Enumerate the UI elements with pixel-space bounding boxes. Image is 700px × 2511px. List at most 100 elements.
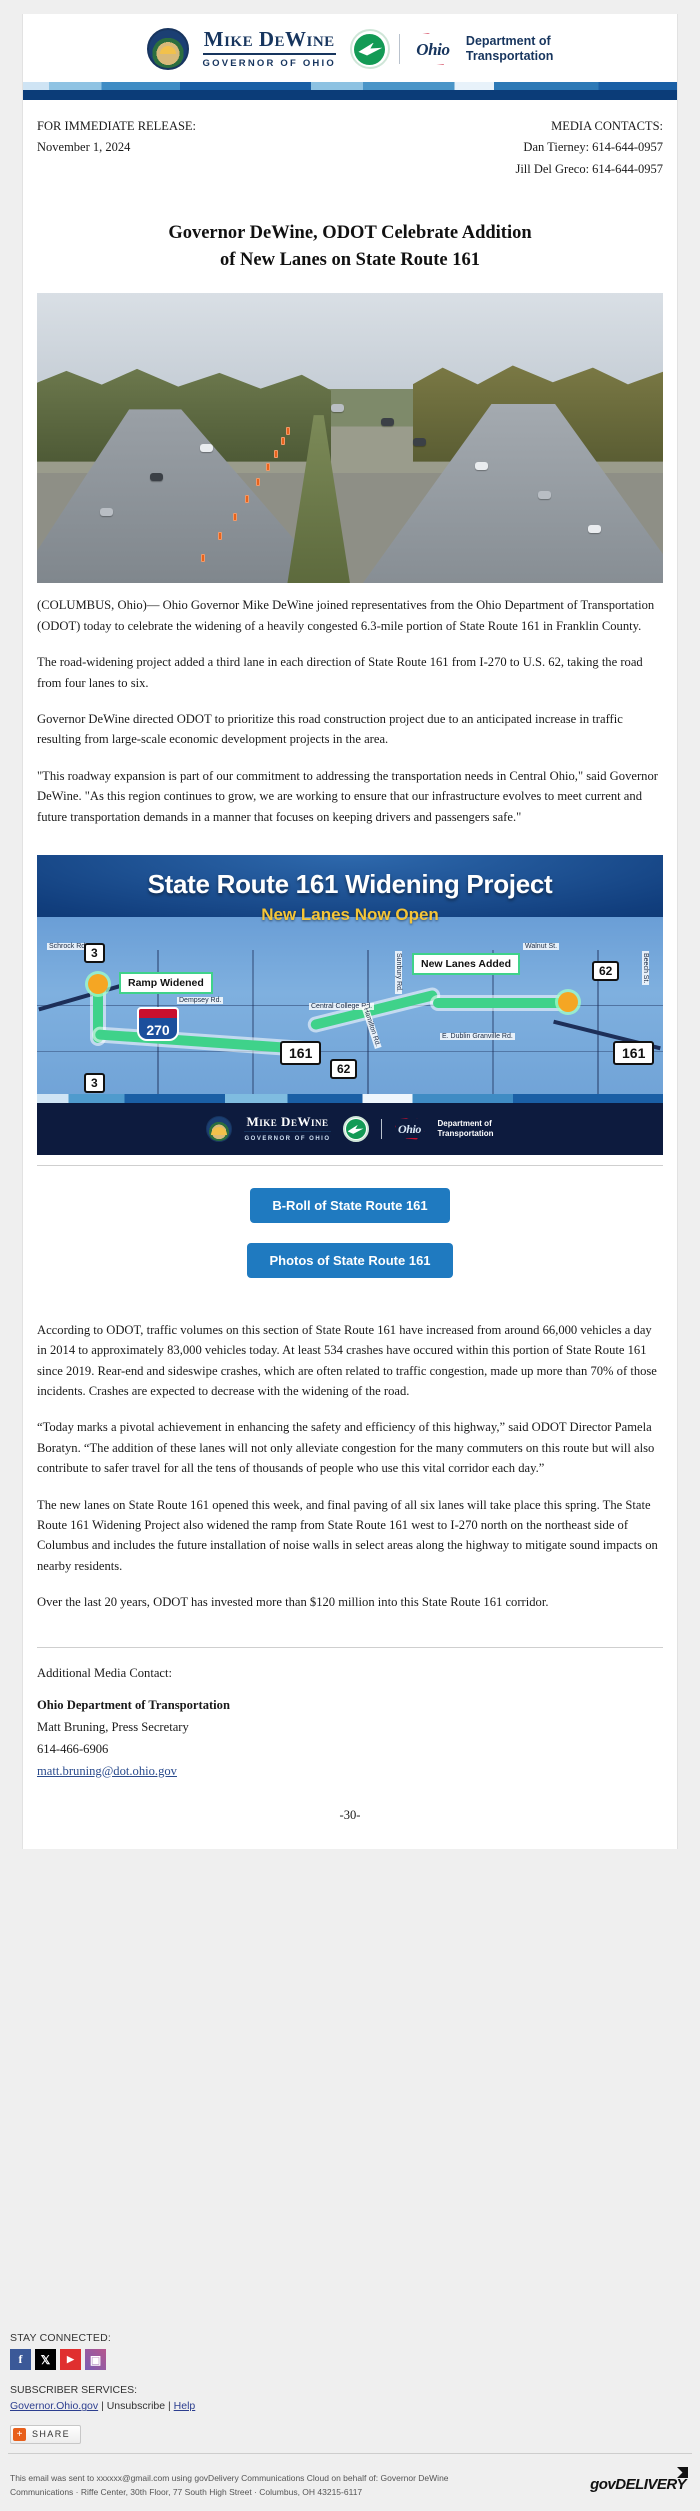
map-governor-subtitle: GOVERNOR OF OHIO <box>244 1136 331 1143</box>
contact-email-link[interactable]: matt.bruning@dot.ohio.gov <box>37 1764 177 1778</box>
map-endpoint-east <box>558 991 578 1012</box>
paragraph-2: The road-widening project added a third … <box>37 655 643 690</box>
share-plus-icon: + <box>13 2427 26 2441</box>
governor-seal-icon <box>146 28 189 70</box>
email-footer: STAY CONNECTED: f 𝕏 ▶ ▣ SUBSCRIBER SERVI… <box>0 2332 700 2444</box>
governor-name: Mike DeWine <box>202 29 336 56</box>
subscriber-services-label: SUBSCRIBER SERVICES: <box>10 2384 138 2396</box>
media-contacts-label: MEDIA CONTACTS: <box>551 119 663 133</box>
headline-line-1: Governor DeWine, ODOT Celebrate Addition <box>168 222 532 243</box>
footer-divider <box>8 2453 692 2454</box>
route-shield-3-bottom: 3 <box>84 1072 105 1093</box>
contact-phone: 614-466-6906 <box>37 1741 109 1756</box>
paragraph-1: (COLUMBUS, Ohio)— Ohio Governor Mike DeW… <box>37 598 655 633</box>
govdelivery-logo: govDELIVERY <box>590 2467 688 2494</box>
paragraph-4: "This roadway expansion is part of our c… <box>37 768 658 824</box>
street-label-beech: Beech St. <box>642 950 649 986</box>
map-ohio-wordmark: Ohio <box>397 1122 422 1137</box>
unsubscribe-link[interactable]: Unsubscribe <box>107 2400 165 2412</box>
highway-photo <box>37 293 663 584</box>
street-label-dempsey: Dempsey Rd. <box>177 996 224 1004</box>
immediate-release-label: FOR IMMEDIATE RELEASE: <box>37 119 197 133</box>
project-map-graphic: State Route 161 Widening Project New Lan… <box>37 854 663 1155</box>
agency-line-2: Transportation <box>465 49 554 63</box>
logo-divider <box>398 34 400 64</box>
photos-button[interactable]: Photos of State Route 161 <box>247 1242 453 1278</box>
broll-button[interactable]: B-Roll of State Route 161 <box>250 1187 450 1223</box>
email-page: Mike DeWine GOVERNOR OF OHIO Ohio Depart… <box>0 0 700 2511</box>
street-label-dublin-granville: E. Dublin Granville Rd. <box>440 1032 515 1040</box>
route-shield-62-top: 62 <box>592 960 620 981</box>
street-label-walnut: Walnut St. <box>523 942 560 950</box>
map-governor-name: Mike DeWine <box>244 1115 331 1133</box>
map-footer-logos: Mike DeWine GOVERNOR OF OHIO Ohio Depart… <box>37 1102 663 1155</box>
map-governor-wordmark: Mike DeWine GOVERNOR OF OHIO <box>244 1115 331 1143</box>
map-endpoint-west <box>88 973 108 994</box>
route-shield-161-center: 161 <box>280 1040 322 1065</box>
article-body-top: (COLUMBUS, Ohio)— Ohio Governor Mike DeW… <box>23 583 677 847</box>
x-twitter-icon[interactable]: 𝕏 <box>35 2349 56 2370</box>
facebook-icon[interactable]: f <box>10 2349 31 2370</box>
headline-line-2: of New Lanes on State Route 161 <box>219 249 480 270</box>
footer-sep-1: | <box>101 2400 104 2413</box>
route-shield-62-mid: 62 <box>330 1058 358 1079</box>
release-date: November 1, 2024 <box>37 140 131 155</box>
agency-line-1: Department of <box>465 34 551 49</box>
paragraph-3: Governor DeWine directed ODOT to priorit… <box>37 711 623 747</box>
media-contact-2: Jill Del Greco: 614-644-0957 <box>515 161 663 176</box>
ohio-state-outline-icon: Ohio <box>409 32 457 66</box>
contact-org: Ohio Department of Transportation <box>37 1697 230 1712</box>
route-shield-161-right: 161 <box>613 1040 655 1065</box>
share-label: SHARE <box>32 2429 71 2440</box>
street-label-sunbury: Sunbury Rd. <box>395 950 402 994</box>
governor-wordmark: Mike DeWine GOVERNOR OF OHIO <box>202 29 336 70</box>
map-ohio-outline-icon: Ohio <box>394 1117 426 1140</box>
map-agency-line-1: Department of <box>437 1119 492 1129</box>
paragraph-8: Over the last 20 years, ODOT has investe… <box>37 1595 549 1610</box>
cta-buttons: B-Roll of State Route 161 Photos of Stat… <box>23 1166 677 1308</box>
odot-logo: Ohio Department of Transportation <box>349 29 554 69</box>
map-agency-line-2: Transportation <box>437 1128 494 1138</box>
governor-site-link[interactable]: Governor.Ohio.gov <box>10 2400 98 2412</box>
masthead: Mike DeWine GOVERNOR OF OHIO Ohio Depart… <box>23 14 677 80</box>
youtube-icon[interactable]: ▶ <box>60 2349 81 2370</box>
route-shield-3-left: 3 <box>84 942 105 963</box>
legal-text: This email was sent to xxxxxx@gmail.com … <box>10 2472 530 2499</box>
email-body-card: Mike DeWine GOVERNOR OF OHIO Ohio Depart… <box>22 14 678 1849</box>
odot-bird-icon <box>349 29 390 69</box>
article-body-bottom: According to ODOT, traffic volumes on th… <box>23 1308 677 1633</box>
additional-contact-heading: Additional Media Contact: <box>37 1665 173 1680</box>
govdelivery-mark-icon <box>677 2467 688 2478</box>
paragraph-6: “Today marks a pivotal achievement in en… <box>37 1420 655 1476</box>
media-contact-1: Dan Tierney: 614-644-0957 <box>523 140 663 155</box>
interstate-shield-270: 270 <box>137 1006 179 1041</box>
map-odot-agency-text: Department of Transportation <box>438 1119 494 1138</box>
help-link[interactable]: Help <box>174 2400 196 2412</box>
map-subtitle: New Lanes Now Open <box>261 904 439 924</box>
instagram-icon[interactable]: ▣ <box>85 2349 106 2370</box>
blue-ribbon-divider <box>23 80 677 100</box>
subscriber-services: SUBSCRIBER SERVICES: Governor.Ohio.gov |… <box>10 2382 690 2415</box>
governor-subtitle: GOVERNOR OF OHIO <box>202 58 336 70</box>
share-button[interactable]: + SHARE <box>10 2424 82 2444</box>
paragraph-5: According to ODOT, traffic volumes on th… <box>37 1322 657 1399</box>
street-label-schrock: Schrock Rd. <box>47 942 90 950</box>
legal-line-2: Communications · Riffe Center, 30th Floo… <box>10 2486 363 2497</box>
map-title: State Route 161 Widening Project <box>147 868 553 899</box>
paragraph-7: The new lanes on State Route 161 opened … <box>37 1497 658 1573</box>
page-title: Governor DeWine, ODOT Celebrate Addition… <box>23 184 677 294</box>
legal-line-1: This email was sent to xxxxxx@gmail.com … <box>10 2473 449 2483</box>
end-mark: -30- <box>339 1807 361 1822</box>
odot-agency-text: Department of Transportation <box>466 34 554 64</box>
social-links: f 𝕏 ▶ ▣ <box>10 2349 690 2370</box>
release-meta: FOR IMMEDIATE RELEASE: November 1, 2024 … <box>23 100 677 184</box>
govdelivery-wordmark: govDELIVERY <box>590 2476 686 2493</box>
additional-media-contact: Additional Media Contact: Ohio Departmen… <box>23 1648 677 1782</box>
map-odot-bird-icon <box>342 1115 369 1142</box>
footer-sep-2: | <box>168 2400 171 2413</box>
contact-person: Matt Bruning, Press Secretary <box>37 1719 189 1734</box>
callout-new-lanes-added: New Lanes Added <box>412 952 521 975</box>
callout-ramp-widened: Ramp Widened <box>119 971 213 994</box>
map-governor-seal-icon <box>206 1115 233 1142</box>
stay-connected-label: STAY CONNECTED: <box>10 2332 112 2344</box>
